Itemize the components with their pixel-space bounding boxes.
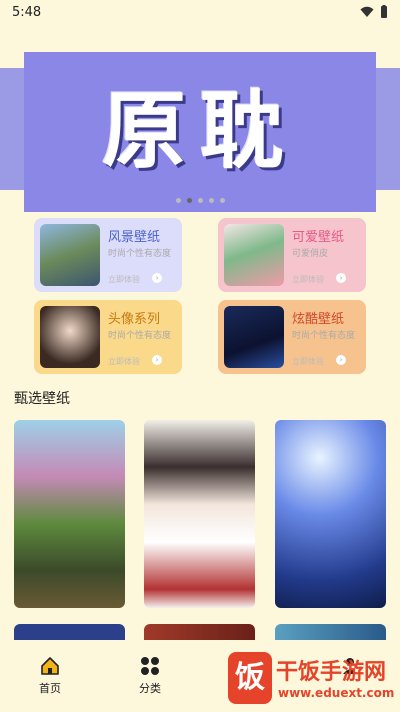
arrow-right-icon[interactable]: ›	[336, 355, 346, 365]
hero-banner[interactable]: 原耽	[0, 48, 400, 214]
category-subtitle: 时尚个性有态度	[108, 249, 172, 259]
category-cta[interactable]: 立即体验	[292, 356, 324, 367]
category-cta[interactable]: 立即体验	[292, 274, 324, 285]
nav-label: 分类	[139, 682, 161, 695]
nav-item-home[interactable]: 首页	[20, 656, 80, 696]
status-time: 5:48	[12, 4, 42, 20]
category-subtitle: 时尚个性有态度	[108, 331, 172, 341]
pagination-dot[interactable]	[219, 198, 225, 203]
battery-icon	[381, 5, 387, 18]
arrow-right-icon[interactable]: ›	[336, 273, 346, 283]
category-card-cool[interactable]: 炫酷壁纸 时尚个性有态度 立即体验 ›	[218, 300, 366, 374]
category-thumbnail	[224, 306, 284, 368]
category-thumbnail	[224, 224, 284, 286]
home-icon	[41, 657, 59, 675]
pagination-dot[interactable]	[197, 198, 203, 203]
status-icons	[360, 5, 388, 19]
wallpaper-item[interactable]	[275, 420, 386, 608]
category-subtitle: 可爱俏皮	[292, 249, 329, 259]
status-bar: 5:48	[0, 0, 400, 24]
nav-label: 首页	[39, 682, 61, 695]
category-title: 炫酷壁纸	[292, 312, 345, 327]
banner-next-peek	[376, 68, 400, 190]
pagination-dot[interactable]	[175, 198, 181, 203]
category-card-avatar[interactable]: 头像系列 时尚个性有态度 立即体验 ›	[34, 300, 182, 374]
nav-item-category[interactable]: 分类	[120, 656, 180, 696]
category-card-cute[interactable]: 可爱壁纸 可爱俏皮 立即体验 ›	[218, 218, 366, 292]
section-title: 甄选壁纸	[14, 391, 70, 407]
pagination-dot[interactable]	[208, 198, 214, 203]
banner-prev-peek	[0, 68, 24, 190]
category-subtitle: 时尚个性有态度	[292, 331, 356, 341]
category-cta[interactable]: 立即体验	[108, 274, 140, 285]
watermark-text: 干饭手游网	[276, 660, 387, 685]
category-thumbnail	[40, 224, 100, 286]
category-title: 风景壁纸	[108, 230, 161, 245]
banner-slide[interactable]: 原耽	[24, 52, 376, 212]
category-cta[interactable]: 立即体验	[108, 356, 140, 367]
pagination-dot-active[interactable]	[186, 198, 192, 203]
grid-icon	[141, 657, 159, 675]
category-title: 可爱壁纸	[292, 230, 345, 245]
arrow-right-icon[interactable]: ›	[152, 355, 162, 365]
wallpaper-item[interactable]	[14, 420, 125, 608]
banner-pagination	[0, 198, 400, 203]
watermark-logo: 饭	[228, 652, 272, 704]
wallpaper-item[interactable]	[144, 420, 255, 608]
watermark-url: www.eduext.com	[278, 686, 395, 700]
category-thumbnail	[40, 306, 100, 368]
watermark: 饭 干饭手游网 www.eduext.com	[228, 650, 400, 708]
arrow-right-icon[interactable]: ›	[152, 273, 162, 283]
banner-title: 原耽	[101, 81, 298, 180]
category-title: 头像系列	[108, 312, 161, 327]
wifi-icon	[360, 6, 374, 17]
category-card-scenery[interactable]: 风景壁纸 时尚个性有态度 立即体验 ›	[34, 218, 182, 292]
